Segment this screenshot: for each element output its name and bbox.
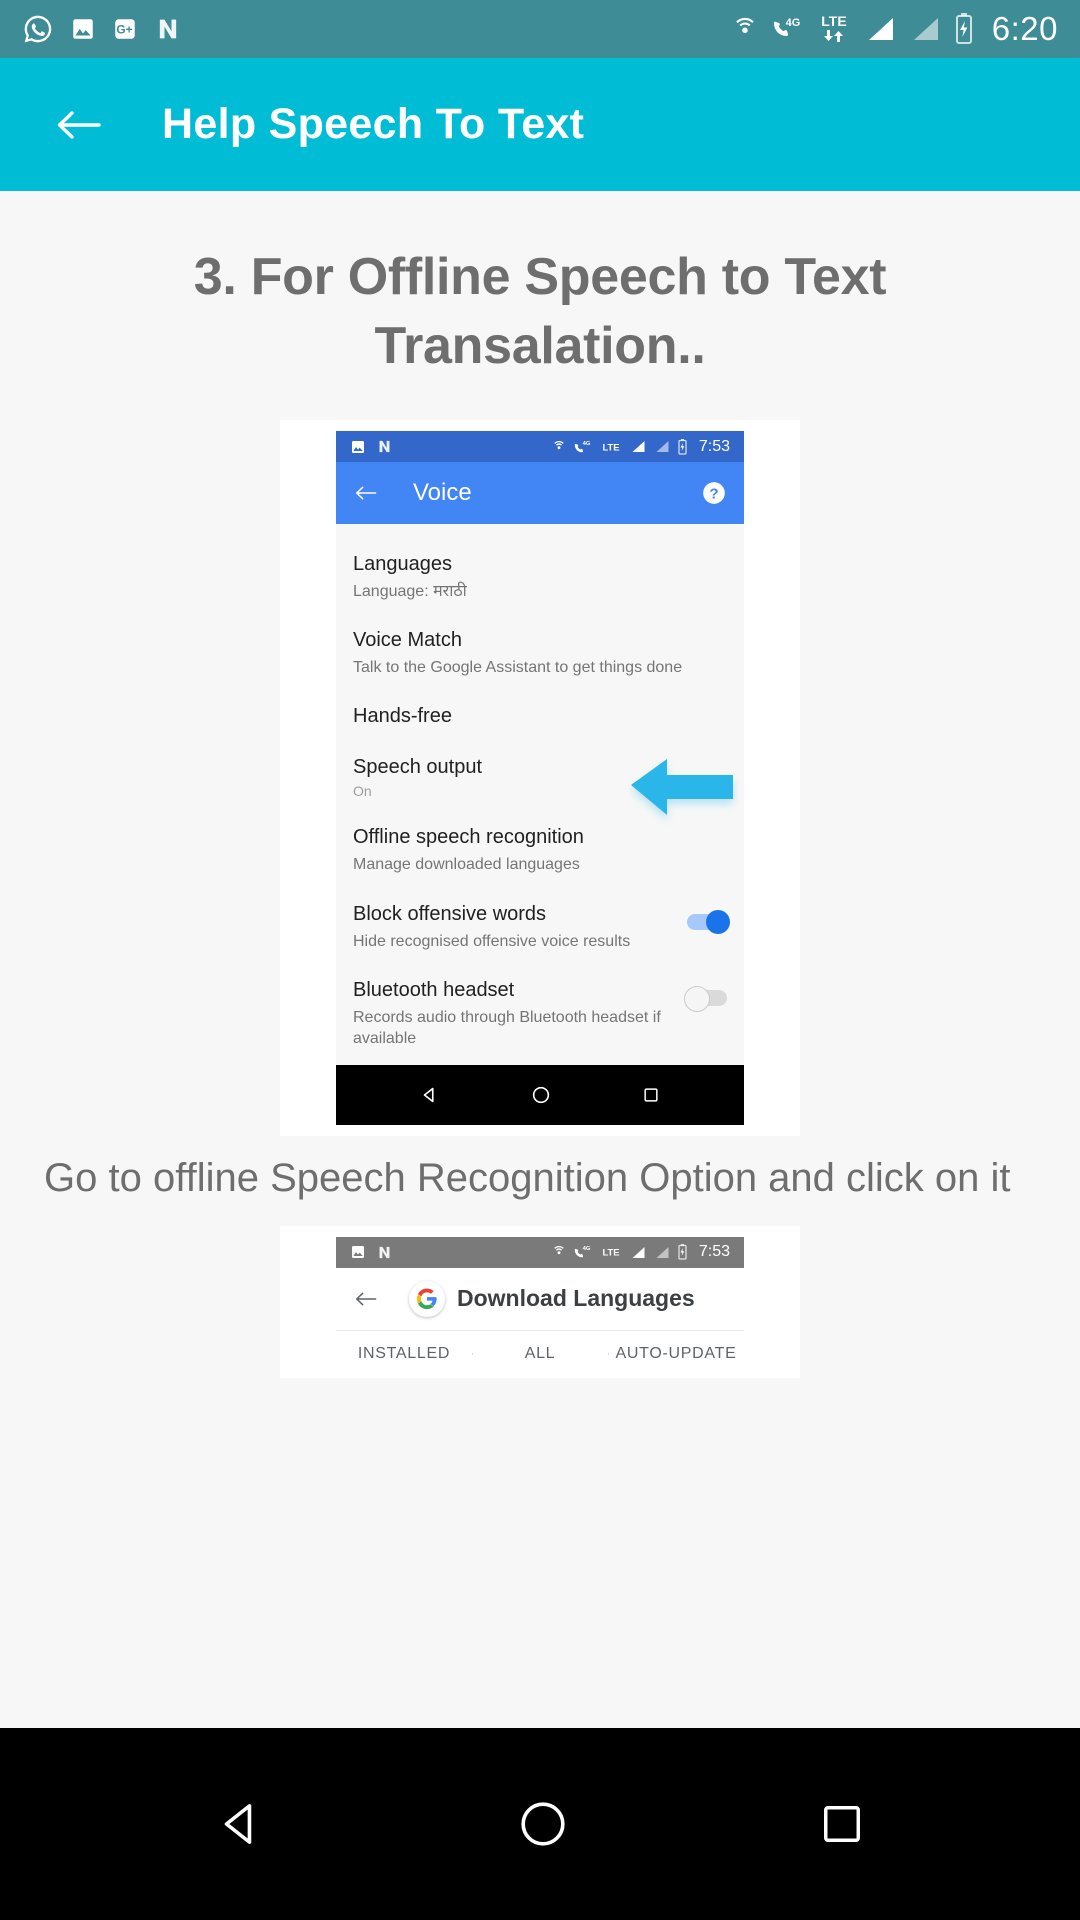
setting-row-offline-speech-recognition[interactable]: Offline speech recognition Manage downlo… [336, 811, 744, 887]
google-plus-icon: G+ [112, 16, 138, 42]
download-languages-tabs: INSTALLED ALL AUTO-UPDATE [336, 1329, 744, 1378]
voice-screenshot-nav-bar [336, 1064, 744, 1125]
setting-row-languages[interactable]: Languages Language: मराठी [336, 538, 744, 614]
svg-text:?: ? [709, 486, 718, 503]
battery-charging-icon [953, 13, 975, 45]
tutorial-heading-line1: 3. For Offline Speech to Text [193, 248, 887, 306]
voice-screenshot-clock: 7:53 [698, 437, 730, 455]
setting-title: Bluetooth headset [353, 978, 515, 1001]
help-circle-icon[interactable]: ? [701, 480, 727, 506]
svg-text:4G: 4G [582, 441, 590, 447]
svg-text:LTE: LTE [602, 441, 619, 452]
back-arrow-icon[interactable] [353, 483, 379, 503]
lte-data-icon: LTE [599, 1244, 623, 1260]
content-scroll-area[interactable]: 3. For Offline Speech to Text Transalati… [0, 191, 1080, 1728]
cast-icon [551, 439, 567, 455]
app-bar: Help Speech To Text [0, 58, 1080, 191]
nova-launcher-icon [154, 15, 182, 43]
signal-bar-icon [863, 14, 897, 44]
download-screenshot-app-bar: Download Languages [336, 1267, 744, 1330]
lte-data-icon: LTE [816, 11, 852, 47]
4g-call-icon: 4G [573, 1244, 593, 1260]
setting-title: Block offensive words [353, 902, 547, 925]
download-screenshot-title: Download Languages [457, 1285, 695, 1312]
status-bar-clock: 6:20 [991, 10, 1058, 47]
tab-all[interactable]: ALL [472, 1345, 608, 1363]
download-screenshot-status-bar: 4G LTE 7:53 [336, 1236, 744, 1268]
bluetooth-headset-toggle[interactable] [684, 985, 727, 1012]
voice-settings-screenshot: 4G LTE 7:53 Voice ? Languages Language: … [280, 420, 800, 1136]
setting-row-speech-output[interactable]: Speech output On [336, 741, 744, 811]
4g-call-icon: 4G [771, 14, 805, 44]
recents-square-icon[interactable] [641, 1085, 661, 1105]
status-bar-notification-icons: G+ [22, 13, 182, 45]
battery-charging-icon [677, 438, 688, 455]
voice-screenshot-title: Voice [413, 479, 472, 507]
voice-settings-list: Languages Language: मराठी Voice Match Ta… [336, 524, 744, 1065]
whatsapp-icon [22, 13, 54, 45]
page-title: Help Speech To Text [162, 100, 585, 148]
block-offensive-words-toggle[interactable] [687, 909, 730, 934]
home-circle-icon[interactable] [530, 1084, 552, 1106]
back-triangle-icon[interactable] [419, 1084, 441, 1106]
download-screenshot-clock: 7:53 [698, 1243, 730, 1261]
signal-bar-2-icon [653, 439, 671, 454]
cast-icon [551, 1244, 567, 1260]
cast-icon [730, 14, 760, 44]
setting-title: Voice Match [353, 629, 462, 652]
home-circle-icon[interactable] [514, 1795, 572, 1853]
svg-text:G+: G+ [116, 22, 132, 36]
setting-row-block-offensive-words[interactable]: Block offensive words Hide recognised of… [336, 888, 744, 964]
battery-charging-icon [677, 1244, 688, 1261]
setting-title: Languages [353, 553, 452, 576]
tab-auto-update[interactable]: AUTO-UPDATE [608, 1345, 744, 1363]
setting-subtitle: Records audio through Bluetooth headset … [353, 1008, 661, 1047]
system-status-bar: G+ 4G LTE 6:20 [0, 0, 1080, 58]
nova-launcher-icon [376, 1244, 393, 1261]
signal-bar-icon [629, 439, 647, 454]
lte-data-icon: LTE [599, 439, 623, 455]
photos-icon [350, 439, 366, 455]
setting-title: Speech output [353, 756, 482, 779]
setting-title: Offline speech recognition [353, 826, 584, 849]
svg-text:LTE: LTE [821, 13, 846, 29]
status-bar-system-icons: 4G LTE 6:20 [730, 10, 1058, 48]
back-arrow-icon[interactable] [50, 96, 108, 154]
svg-text:4G: 4G [785, 17, 800, 29]
voice-screenshot-app-bar: Voice ? [336, 462, 744, 525]
setting-subtitle: Talk to the Google Assistant to get thin… [353, 659, 683, 677]
recents-square-icon[interactable] [816, 1798, 868, 1850]
google-g-icon [409, 1280, 445, 1317]
photos-icon [70, 16, 96, 42]
voice-screenshot-status-bar: 4G LTE 7:53 [336, 431, 744, 463]
4g-call-icon: 4G [573, 439, 593, 455]
system-nav-bar [0, 1728, 1080, 1920]
download-languages-screenshot: 4G LTE 7:53 Download Languages INSTALLED… [280, 1225, 800, 1378]
svg-text:4G: 4G [582, 1247, 590, 1253]
setting-subtitle: Language: मराठी [353, 583, 467, 601]
photos-icon [350, 1244, 366, 1260]
setting-subtitle: Manage downloaded languages [353, 856, 580, 874]
svg-text:LTE: LTE [602, 1247, 619, 1258]
tutorial-caption: Go to offline Speech Recognition Option … [44, 1155, 1011, 1200]
tab-installed[interactable]: INSTALLED [336, 1345, 472, 1363]
setting-row-bluetooth-headset[interactable]: Bluetooth headset Records audio through … [336, 964, 744, 1061]
setting-subtitle: On [353, 783, 372, 800]
tutorial-heading-line2: Transalation.. [374, 316, 706, 375]
setting-row-voice-match[interactable]: Voice Match Talk to the Google Assistant… [336, 614, 744, 690]
setting-row-hands-free[interactable]: Hands-free [336, 690, 744, 741]
signal-bar-2-icon [653, 1245, 671, 1260]
setting-subtitle: Hide recognised offensive voice results [353, 932, 631, 950]
back-arrow-icon[interactable] [353, 1289, 379, 1309]
back-triangle-icon[interactable] [212, 1795, 270, 1853]
nova-launcher-icon [376, 438, 393, 455]
signal-bar-2-icon [908, 14, 942, 44]
signal-bar-icon [629, 1245, 647, 1260]
setting-title: Hands-free [353, 705, 452, 728]
tutorial-heading: 3. For Offline Speech to Text Transalati… [0, 191, 1080, 380]
